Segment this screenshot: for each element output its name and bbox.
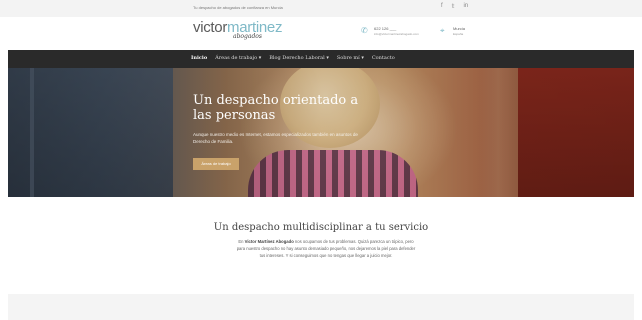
facebook-icon[interactable]: f xyxy=(441,3,443,10)
top-bar: Tu despacho de abogados de confianza en … xyxy=(0,0,642,17)
top-tagline: Tu despacho de abogados de confianza en … xyxy=(193,5,283,10)
nav-item-contacto[interactable]: Contacto xyxy=(372,55,395,61)
location-city: Murcia xyxy=(453,26,466,31)
nav-item-areas[interactable]: Áreas de trabajo ▾ xyxy=(215,55,261,61)
contact-email: info@victormartinezabogado.com xyxy=(374,32,419,36)
hero-title: Un despacho orientado a las personas xyxy=(193,93,359,123)
nav-item-sobre-mi[interactable]: Sobre mí ▾ xyxy=(337,55,364,61)
linkedin-icon[interactable]: in xyxy=(463,3,468,10)
hero-banner: Un despacho orientado a las personas Aun… xyxy=(8,68,634,197)
twitter-icon[interactable]: 𝕥 xyxy=(452,3,455,10)
site-header: victormartinez abogados ✆ 622 126 ___ in… xyxy=(0,17,642,50)
intro-brand: Victor Martínez Abogado xyxy=(244,239,294,244)
location-pin-icon: ⌖ xyxy=(440,26,445,35)
hero-cta-button[interactable]: Áreas de trabajo xyxy=(193,158,239,170)
phone-icon: ✆ xyxy=(361,26,368,35)
logo-name-part1: victor xyxy=(193,19,228,36)
contact-location: ⌖ Murcia España xyxy=(440,26,465,36)
social-links: f 𝕥 in xyxy=(441,3,468,10)
nav-item-inicio[interactable]: Inicio xyxy=(191,55,207,61)
nav-item-blog[interactable]: Blog Derecho Laboral ▾ xyxy=(269,55,329,61)
logo-signature: abogados xyxy=(233,33,262,40)
contact-phone[interactable]: ✆ 622 126 ___ info@victormartinezabogado… xyxy=(361,26,419,36)
hero-text: Aunque nuestro medio es Internet, estamo… xyxy=(193,132,358,144)
intro-title: Un despacho multidisciplinar a tu servic… xyxy=(213,222,429,233)
next-section-band xyxy=(8,294,634,320)
location-country: España xyxy=(453,32,464,36)
intro-text: En Victor Martínez Abogado nos ocupamos … xyxy=(236,238,416,260)
site-logo[interactable]: victormartinez abogados xyxy=(193,19,283,47)
main-nav: Inicio Áreas de trabajo ▾ Blog Derecho L… xyxy=(8,50,634,68)
phone-number: 622 126 ___ xyxy=(374,26,397,31)
